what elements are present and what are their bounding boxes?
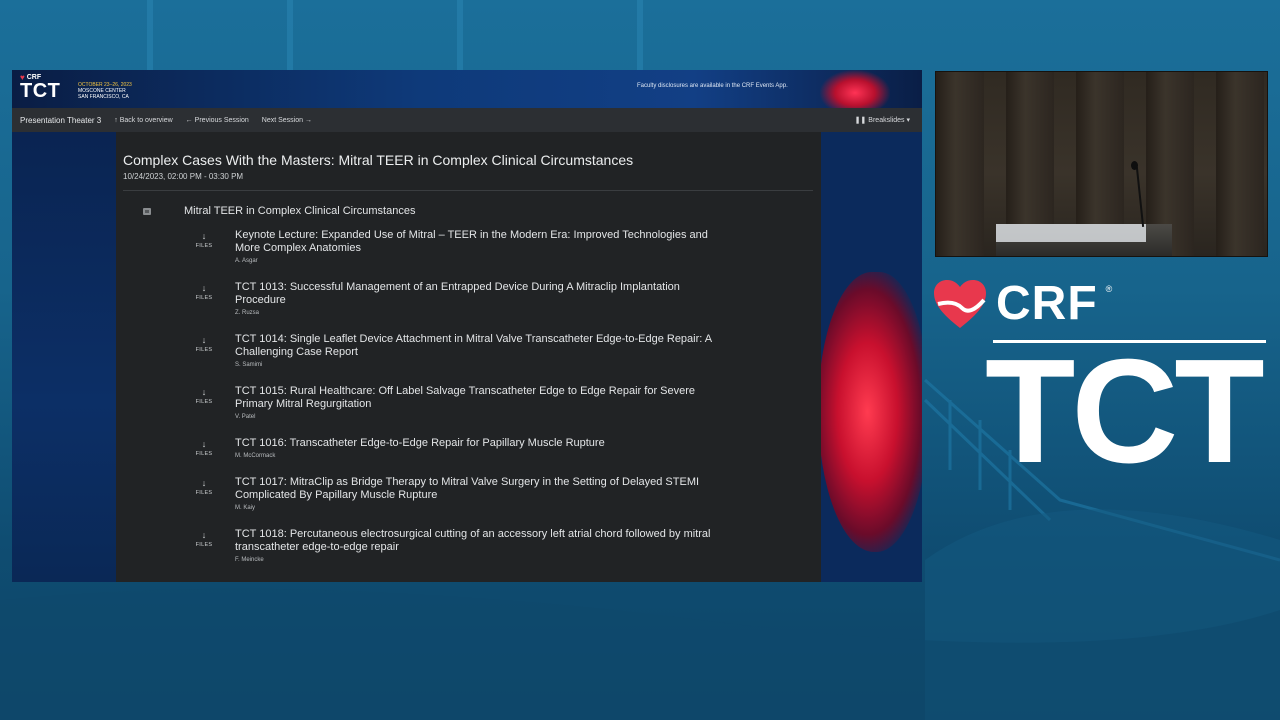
crf-heart-icon xyxy=(934,279,986,328)
previous-session-link[interactable]: ← Previous Session xyxy=(186,117,249,124)
talk-title[interactable]: TCT 1015: Rural Healthcare: Off Label Sa… xyxy=(235,385,715,411)
next-session-label: Next Session xyxy=(261,116,304,124)
speaker-camera-feed xyxy=(935,71,1268,257)
session-panel: Complex Cases With the Masters: Mitral T… xyxy=(116,132,821,582)
talk-title[interactable]: TCT 1014: Single Leaflet Device Attachme… xyxy=(235,333,715,359)
divider xyxy=(123,190,813,191)
banner-event-info: OCTOBER 23–26, 2023 MOSCONE CENTER SAN F… xyxy=(78,82,132,100)
talk-title[interactable]: TCT 1016: Transcatheter Edge-to-Edge Rep… xyxy=(235,437,715,450)
download-icon: ↓ xyxy=(201,231,207,241)
talk-author: S. Samimi xyxy=(235,362,263,368)
podium-monitor xyxy=(996,224,1146,242)
download-icon: ↓ xyxy=(201,387,207,397)
banner-city: SAN FRANCISCO, CA xyxy=(78,94,129,100)
breakslides-label: Breakslides xyxy=(868,116,905,124)
talk-title[interactable]: Keynote Lecture: Expanded Use of Mitral … xyxy=(235,229,715,255)
event-banner: ♥ CRF TCT OCTOBER 23–26, 2023 MOSCONE CEN… xyxy=(12,70,922,108)
pause-icon: ❚❚ xyxy=(854,117,867,124)
session-title: Complex Cases With the Masters: Mitral T… xyxy=(123,152,634,168)
files-download-button[interactable]: ↓ FILES xyxy=(192,530,216,549)
next-session-link[interactable]: Next Session → xyxy=(262,117,312,124)
back-to-overview-label: Back to overview xyxy=(119,116,173,124)
caret-down-icon: ▾ xyxy=(906,117,910,124)
track-collapse-icon[interactable] xyxy=(143,208,151,215)
talk-author: V. Patel xyxy=(235,414,256,420)
files-label: FILES xyxy=(195,542,213,548)
arrow-up-icon: ↑ xyxy=(114,116,118,124)
files-download-button[interactable]: ↓ FILES xyxy=(192,439,216,458)
download-icon: ↓ xyxy=(201,439,207,449)
files-download-button[interactable]: ↓ FILES xyxy=(192,387,216,406)
download-icon: ↓ xyxy=(201,283,207,293)
talk-author: M. McCormack xyxy=(235,453,276,459)
files-download-button[interactable]: ↓ FILES xyxy=(192,283,216,302)
breakslides-dropdown[interactable]: ❚❚ Breakslides ▾ xyxy=(854,116,910,125)
microphone-stand xyxy=(1135,167,1145,227)
back-to-overview-link[interactable]: ↑ Back to overview xyxy=(114,117,172,124)
talk-title[interactable]: TCT 1017: MitraClip as Bridge Therapy to… xyxy=(235,476,715,502)
files-label: FILES xyxy=(195,347,213,353)
download-icon: ↓ xyxy=(201,335,207,345)
download-icon: ↓ xyxy=(201,530,207,540)
heart-graphic xyxy=(818,272,922,552)
tct-banner-logo: ♥ CRF TCT xyxy=(20,73,61,102)
microphone-icon xyxy=(1131,161,1138,170)
left-background-strip xyxy=(12,132,116,582)
arrow-right-icon: → xyxy=(305,116,313,124)
files-label: FILES xyxy=(195,243,213,249)
tct-wordmark: TCT xyxy=(985,329,1265,494)
crf-wordmark: CRF xyxy=(996,277,1098,330)
heart-background xyxy=(818,132,922,582)
disclosure-notice: Faculty disclosures are available in the… xyxy=(637,83,788,89)
files-label: FILES xyxy=(195,490,213,496)
session-datetime: 10/24/2023, 02:00 PM - 03:30 PM xyxy=(123,172,244,181)
files-download-button[interactable]: ↓ FILES xyxy=(192,478,216,497)
files-download-button[interactable]: ↓ FILES xyxy=(192,335,216,354)
curtain xyxy=(1216,72,1264,256)
presentation-screen: ♥ CRF TCT OCTOBER 23–26, 2023 MOSCONE CEN… xyxy=(12,70,922,582)
registered-mark: ® xyxy=(1105,284,1113,294)
crf-logo: CRF ® xyxy=(932,276,1112,331)
banner-tct-label: TCT xyxy=(20,80,61,102)
talk-author: A. Asgar xyxy=(235,258,258,264)
previous-session-label: Previous Session xyxy=(194,116,249,124)
talk-title[interactable]: TCT 1018: Percutaneous electrosurgical c… xyxy=(235,528,715,554)
download-icon: ↓ xyxy=(201,478,207,488)
talk-title[interactable]: TCT 1013: Successful Management of an En… xyxy=(235,281,715,307)
banner-heart-graphic xyxy=(820,70,890,108)
venue-label: Presentation Theater 3 xyxy=(20,115,102,125)
talk-author: F. Meincke xyxy=(235,557,264,563)
files-download-button[interactable]: ↓ FILES xyxy=(192,231,216,250)
arrow-left-icon: ← xyxy=(185,116,193,124)
curtain xyxy=(936,72,984,256)
talk-author: M. Kaiy xyxy=(235,505,256,511)
files-label: FILES xyxy=(195,295,213,301)
files-label: FILES xyxy=(195,451,213,457)
talk-author: Z. Ruzsa xyxy=(235,310,260,316)
session-navbar: Presentation Theater 3 ↑ Back to overvie… xyxy=(12,108,922,132)
track-title: Mitral TEER in Complex Clinical Circumst… xyxy=(184,205,416,217)
files-label: FILES xyxy=(195,399,213,405)
